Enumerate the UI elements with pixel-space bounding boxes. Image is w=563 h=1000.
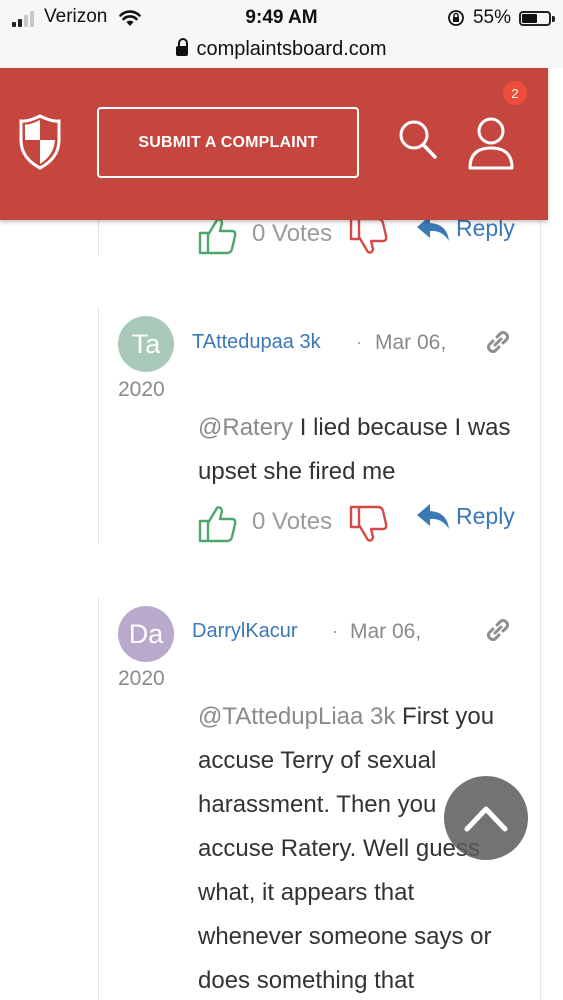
scroll-to-top-button[interactable] — [444, 776, 528, 860]
reply-arrow-icon — [417, 504, 449, 529]
thread-line — [98, 308, 99, 544]
separator-dot: · — [356, 332, 362, 352]
thumbs-up-icon[interactable] — [197, 504, 239, 544]
battery-icon — [519, 10, 555, 26]
lock-icon — [176, 38, 189, 56]
url-text: complaintsboard.com — [196, 38, 387, 60]
chevron-up-icon — [464, 806, 508, 832]
battery-percent: 55% — [472, 7, 511, 28]
comment-year: 2020 — [118, 378, 165, 401]
url-display[interactable]: complaintsboard.com — [0, 38, 563, 61]
browser-url-bar[interactable]: complaintsboard.com — [0, 36, 563, 69]
avatar: Ta — [118, 316, 174, 372]
thread-line — [98, 598, 99, 1000]
thread-line — [98, 218, 99, 255]
reply-label: Reply — [456, 502, 515, 529]
status-bar: Verizon 9:49 AM 55% — [0, 0, 563, 36]
link-icon[interactable] — [482, 326, 514, 358]
comment-text: First you accuse Terry of sexual harassm… — [198, 703, 495, 994]
avatar: Da — [118, 606, 174, 662]
notification-badge[interactable]: 2 — [503, 81, 527, 105]
mention[interactable]: @TAttedupLiaa 3k — [198, 703, 395, 730]
comment-date: Mar 06, — [350, 620, 422, 643]
link-icon[interactable] — [482, 614, 514, 646]
thumbs-down-icon[interactable] — [348, 216, 390, 256]
comment-year: 2020 — [118, 667, 165, 690]
search-icon[interactable] — [398, 119, 438, 161]
reply-button[interactable]: Reply — [416, 502, 515, 530]
comment-date: Mar 06, — [375, 331, 447, 354]
thumbs-up-icon[interactable] — [197, 216, 239, 256]
user-icon[interactable] — [466, 116, 516, 170]
mention[interactable]: @Ratery — [198, 414, 293, 441]
status-right: 55% — [447, 7, 555, 29]
comment-author[interactable]: DarrylKacur — [192, 620, 298, 643]
shield-logo-icon[interactable] — [18, 114, 62, 170]
comment-body: @Ratery I lied because I was upset she f… — [198, 406, 518, 494]
orientation-lock-icon — [448, 10, 464, 26]
thumbs-down-icon[interactable] — [348, 504, 390, 544]
submit-complaint-button[interactable]: SUBMIT A COMPLAINT — [97, 107, 359, 178]
vote-count: 0 Votes — [252, 220, 333, 247]
separator-dot: · — [332, 621, 338, 641]
site-header: SUBMIT A COMPLAINT 2 — [0, 68, 548, 220]
comment-author[interactable]: TAttedupaa 3k — [192, 331, 321, 354]
vote-count: 0 Votes — [252, 508, 333, 535]
